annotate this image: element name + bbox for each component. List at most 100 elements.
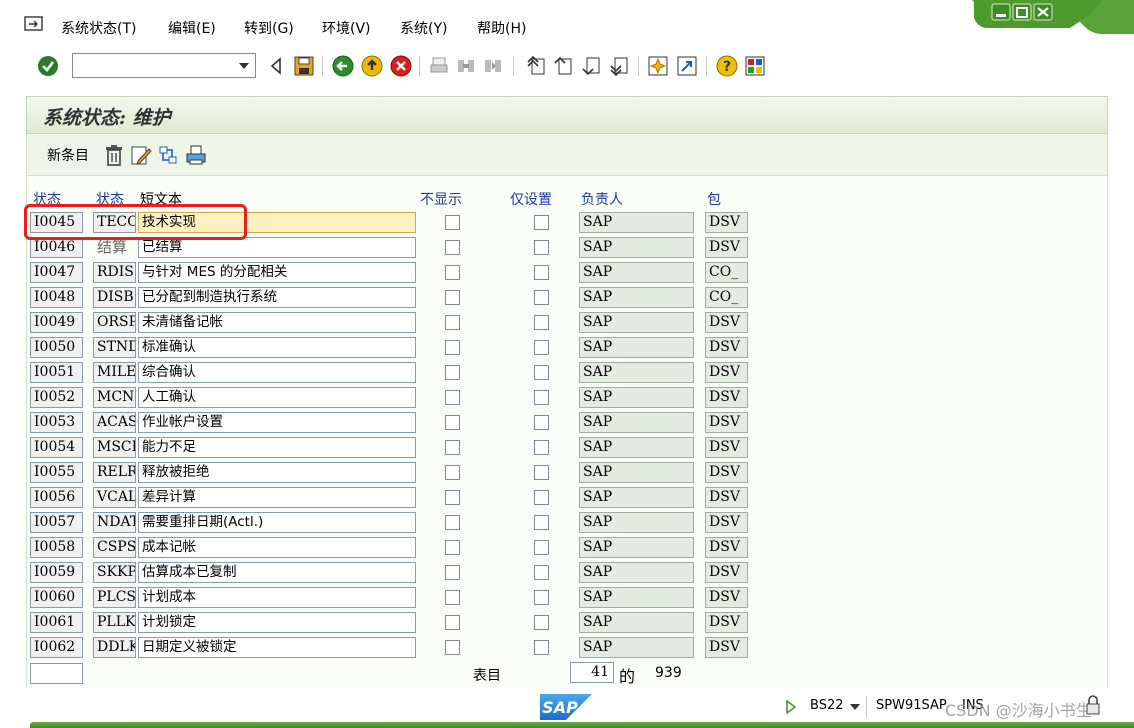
not-shown-checkbox[interactable] [445, 340, 460, 355]
last-page-icon[interactable] [607, 54, 631, 78]
status-expand-icon[interactable] [786, 700, 796, 714]
short-text-cell[interactable]: 与针对 MES 的分配相关 [138, 262, 416, 283]
status-code-cell[interactable]: STND [93, 337, 136, 358]
status-code-cell[interactable]: MCNF [93, 387, 136, 408]
status-cell[interactable]: I0051 [30, 362, 83, 383]
status-cell[interactable]: I0059 [30, 562, 83, 583]
not-shown-checkbox[interactable] [445, 440, 460, 455]
session-dropdown-icon[interactable] [850, 704, 860, 710]
status-code-cell[interactable]: PLCS [93, 587, 136, 608]
status-code-cell[interactable]: MILE [93, 362, 136, 383]
status-cell[interactable]: I0057 [30, 512, 83, 533]
menu-system[interactable]: 系统(Y) [400, 18, 447, 38]
status-cell[interactable]: I0052 [30, 387, 83, 408]
not-shown-checkbox[interactable] [445, 615, 460, 630]
empty-entry-field[interactable] [30, 663, 83, 684]
not-shown-checkbox[interactable] [445, 315, 460, 330]
status-code-cell[interactable]: RDIS [93, 262, 136, 283]
status-cell[interactable]: I0061 [30, 612, 83, 633]
new-entries-button[interactable]: 新条目 [43, 143, 93, 167]
not-shown-checkbox[interactable] [445, 565, 460, 580]
only-set-checkbox[interactable] [534, 540, 549, 555]
short-text-cell[interactable]: 综合确认 [138, 362, 416, 383]
status-cell[interactable]: I0049 [30, 312, 83, 333]
cancel-icon[interactable] [389, 54, 413, 78]
not-shown-checkbox[interactable] [445, 390, 460, 405]
status-code-cell[interactable]: MSCP [93, 437, 136, 458]
menu-environment[interactable]: 环境(V) [322, 18, 371, 38]
not-shown-checkbox[interactable] [445, 540, 460, 555]
short-text-cell[interactable]: 作业帐户设置 [138, 412, 416, 433]
only-set-checkbox[interactable] [534, 340, 549, 355]
not-shown-checkbox[interactable] [445, 415, 460, 430]
only-set-checkbox[interactable] [534, 590, 549, 605]
close-icon[interactable] [1033, 3, 1053, 21]
find-icon[interactable] [454, 54, 478, 78]
status-code-cell[interactable]: VCAL [93, 487, 136, 508]
status-code-cell[interactable]: NDAT [93, 512, 136, 533]
status-code-cell[interactable]: RELR [93, 462, 136, 483]
status-code-cell[interactable]: 结算 [93, 237, 136, 258]
only-set-checkbox[interactable] [534, 215, 549, 230]
next-page-icon[interactable] [579, 54, 603, 78]
enter-check-icon[interactable] [36, 54, 60, 78]
only-set-checkbox[interactable] [534, 240, 549, 255]
status-code-cell[interactable]: DDLK [93, 637, 136, 658]
short-text-cell[interactable]: 人工确认 [138, 387, 416, 408]
status-code-cell[interactable]: SKKP [93, 562, 136, 583]
only-set-checkbox[interactable] [534, 365, 549, 380]
create-shortcut-icon[interactable] [675, 54, 699, 78]
not-shown-checkbox[interactable] [445, 640, 460, 655]
status-code-cell[interactable]: DISB [93, 287, 136, 308]
short-text-cell[interactable]: 能力不足 [138, 437, 416, 458]
entry-position-field[interactable]: 41 [570, 662, 614, 683]
col-header-package[interactable]: 包 [707, 189, 721, 209]
short-text-cell[interactable]: 计划成本 [138, 587, 416, 608]
status-code-cell[interactable]: PLLK [93, 612, 136, 633]
status-cell[interactable]: I0058 [30, 537, 83, 558]
back-arrow-icon[interactable] [264, 54, 288, 78]
not-shown-checkbox[interactable] [445, 590, 460, 605]
save-icon[interactable] [292, 54, 316, 78]
command-field[interactable] [72, 53, 256, 78]
print-icon[interactable] [427, 54, 451, 78]
only-set-checkbox[interactable] [534, 315, 549, 330]
print-list-icon[interactable] [185, 143, 207, 167]
change-icon[interactable] [130, 143, 152, 167]
not-shown-checkbox[interactable] [445, 290, 460, 305]
layout-menu-icon[interactable] [743, 54, 767, 78]
status-cell[interactable]: I0054 [30, 437, 83, 458]
not-shown-checkbox[interactable] [445, 240, 460, 255]
short-text-cell[interactable]: 估算成本已复制 [138, 562, 416, 583]
prev-page-icon[interactable] [551, 54, 575, 78]
menu-help[interactable]: 帮助(H) [477, 18, 526, 38]
status-cell[interactable]: I0056 [30, 487, 83, 508]
new-session-icon[interactable] [646, 54, 670, 78]
short-text-cell[interactable]: 释放被拒绝 [138, 462, 416, 483]
only-set-checkbox[interactable] [534, 490, 549, 505]
only-set-checkbox[interactable] [534, 290, 549, 305]
status-cell[interactable]: I0050 [30, 337, 83, 358]
short-text-cell[interactable]: 未清储备记帐 [138, 312, 416, 333]
command-dropdown-icon[interactable] [233, 54, 255, 77]
only-set-checkbox[interactable] [534, 390, 549, 405]
back-icon[interactable] [331, 54, 355, 78]
status-code-cell[interactable]: ORSP [93, 312, 136, 333]
menu-system-status[interactable]: 系统状态(T) [61, 18, 136, 38]
minimize-icon[interactable] [991, 3, 1011, 21]
status-cell[interactable]: I0046 [30, 237, 83, 258]
only-set-checkbox[interactable] [534, 615, 549, 630]
col-header-only-set[interactable]: 仅设置 [510, 189, 552, 209]
not-shown-checkbox[interactable] [445, 365, 460, 380]
find-next-icon[interactable] [481, 54, 505, 78]
short-text-cell[interactable]: 计划锁定 [138, 612, 416, 633]
menu-goto[interactable]: 转到(G) [244, 18, 294, 38]
not-shown-checkbox[interactable] [445, 215, 460, 230]
status-cell[interactable]: I0048 [30, 287, 83, 308]
status-cell[interactable]: I0053 [30, 412, 83, 433]
menu-edit[interactable]: 编辑(E) [168, 18, 216, 38]
not-shown-checkbox[interactable] [445, 465, 460, 480]
status-cell[interactable]: I0060 [30, 587, 83, 608]
status-cell[interactable]: I0055 [30, 462, 83, 483]
status-cell[interactable]: I0047 [30, 262, 83, 283]
